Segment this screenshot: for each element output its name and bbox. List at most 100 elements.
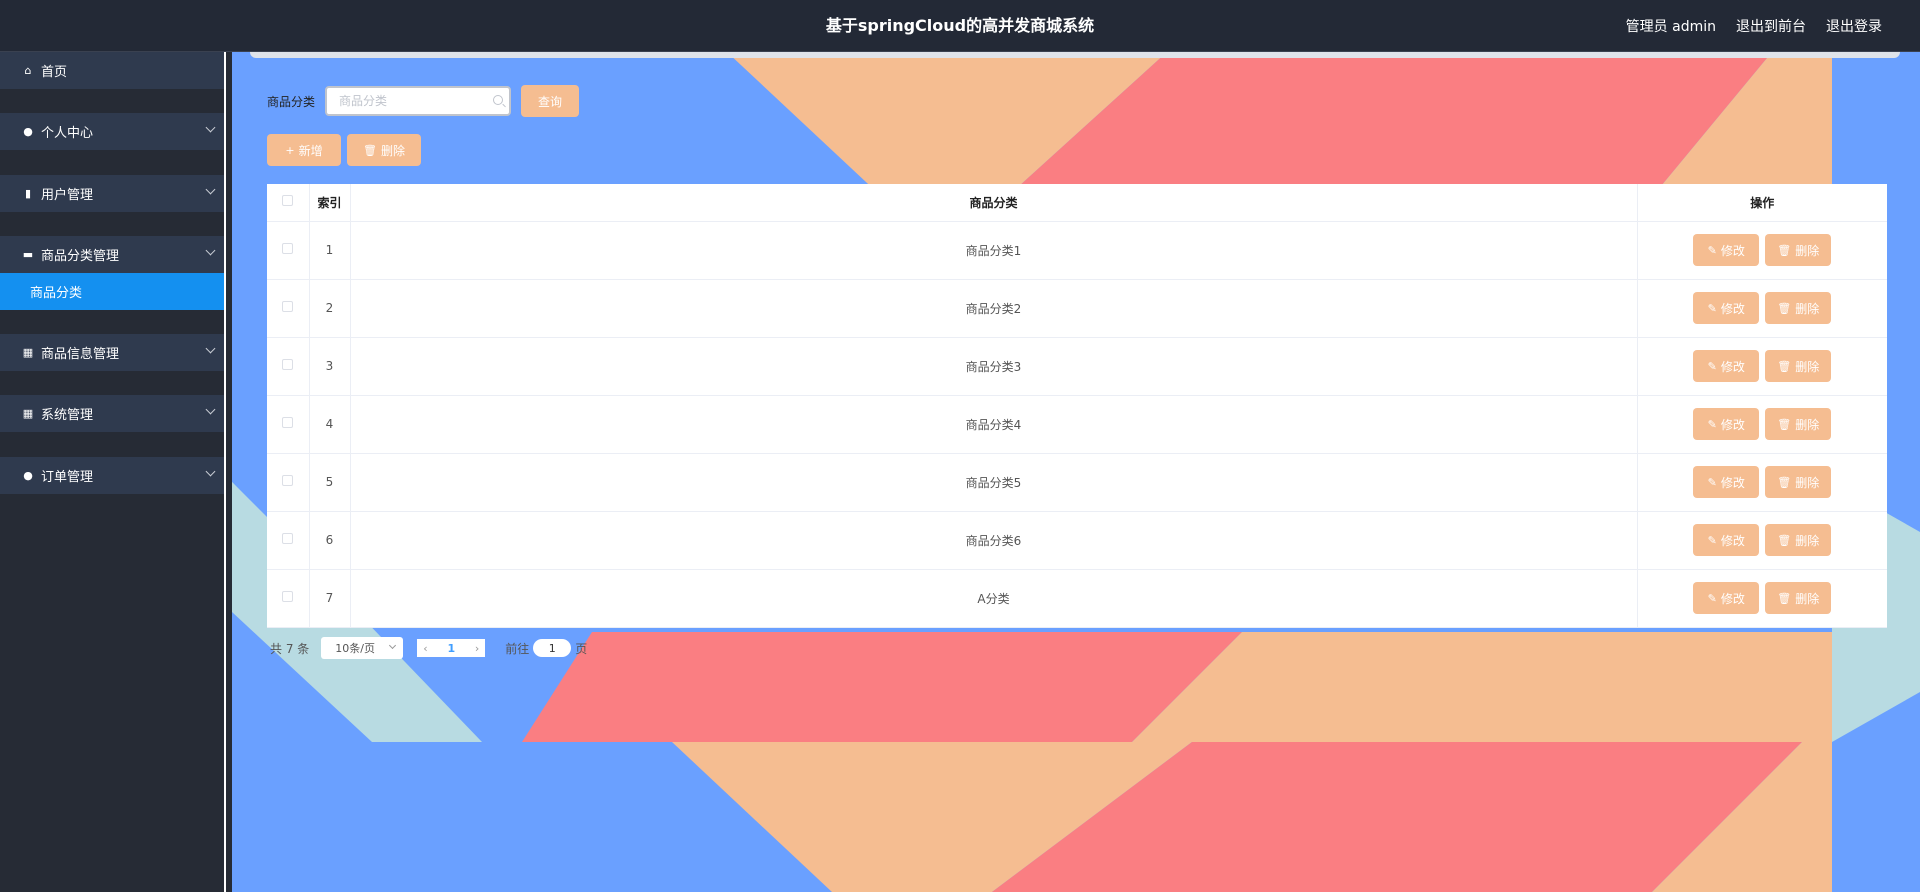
query-button[interactable]: 查询 bbox=[521, 85, 580, 117]
delete-button[interactable]: 🗑 删除 bbox=[1765, 234, 1832, 266]
header-category: 商品分类 bbox=[350, 184, 1638, 222]
sidebar-item-category-management[interactable]: ▬ 商品分类管理 bbox=[0, 236, 224, 273]
top-header: 基于springCloud的高并发商城系统 管理员 admin 退出到前台 退出… bbox=[0, 0, 1920, 52]
sidebar-subitem-category[interactable]: 商品分类 bbox=[0, 273, 224, 310]
chevron-down-icon bbox=[205, 343, 216, 354]
table-row: 3 商品分类3 ✎ 修改 🗑 删除 bbox=[267, 337, 1887, 396]
row-select-cell[interactable] bbox=[267, 511, 310, 570]
delete-button[interactable]: 🗑 删除 bbox=[1765, 582, 1832, 614]
edit-button[interactable]: ✎ 修改 bbox=[1693, 524, 1760, 556]
table-row: 6 商品分类6 ✎ 修改 🗑 删除 bbox=[267, 511, 1887, 570]
goto-page-input[interactable]: 1 bbox=[533, 639, 572, 657]
row-select-cell[interactable] bbox=[267, 221, 310, 280]
sidebar-item-user-management[interactable]: ▮ 用户管理 bbox=[0, 175, 224, 212]
sidebar-item-label: 用户管理 bbox=[41, 188, 94, 203]
edit-button[interactable]: ✎ 修改 bbox=[1693, 292, 1760, 324]
edit-icon: ✎ bbox=[1707, 475, 1717, 489]
sidebar-item-label: 系统管理 bbox=[41, 408, 94, 423]
row-select-cell[interactable] bbox=[267, 279, 310, 338]
current-page-number[interactable]: 1 bbox=[447, 642, 455, 655]
row-operations: ✎ 修改 🗑 删除 bbox=[1637, 453, 1887, 512]
table-row: 7 A分类 ✎ 修改 🗑 删除 bbox=[267, 569, 1887, 628]
row-checkbox[interactable] bbox=[282, 591, 294, 602]
row-index: 5 bbox=[309, 453, 351, 512]
prev-page-icon[interactable]: ‹ bbox=[423, 642, 427, 655]
edit-icon: ✎ bbox=[1707, 243, 1717, 257]
row-checkbox[interactable] bbox=[282, 475, 294, 486]
row-category: 商品分类6 bbox=[350, 511, 1638, 570]
trash-icon: 🗑 bbox=[1777, 591, 1792, 605]
row-checkbox[interactable] bbox=[282, 417, 294, 428]
row-select-cell[interactable] bbox=[267, 569, 310, 628]
bg-shape-peach-mid bbox=[1132, 632, 1832, 742]
top-divider bbox=[250, 52, 1900, 58]
row-checkbox[interactable] bbox=[282, 359, 294, 370]
trash-icon: 🗑 bbox=[1777, 533, 1792, 547]
row-checkbox[interactable] bbox=[282, 243, 294, 254]
search-label: 商品分类 bbox=[267, 94, 316, 109]
page-size-select[interactable]: 10条/页 bbox=[321, 637, 404, 659]
row-select-cell[interactable] bbox=[267, 395, 310, 454]
delete-button[interactable]: 🗑 删除 bbox=[1765, 408, 1832, 440]
back-to-front-link[interactable]: 退出到前台 bbox=[1736, 16, 1806, 36]
row-select-cell[interactable] bbox=[267, 337, 310, 396]
chevron-down-icon bbox=[205, 122, 216, 133]
edit-icon: ✎ bbox=[1707, 359, 1717, 373]
goto-prefix: 前往 bbox=[505, 641, 530, 656]
sidebar-item-order-management[interactable]: ● 订单管理 bbox=[0, 457, 224, 494]
trash-icon: 🗑 bbox=[1777, 417, 1792, 431]
edit-icon: ✎ bbox=[1707, 417, 1717, 431]
monitor-icon: ▬ bbox=[22, 248, 34, 261]
edit-button-label: 修改 bbox=[1720, 533, 1745, 548]
bg-shape-red-mid bbox=[522, 632, 1242, 742]
sidebar-item-system-management[interactable]: ▦ 系统管理 bbox=[0, 395, 224, 432]
sidebar-item-product-info-management[interactable]: ▦ 商品信息管理 bbox=[0, 334, 224, 371]
sidebar-item-label: 商品信息管理 bbox=[41, 347, 120, 362]
edit-icon: ✎ bbox=[1707, 533, 1717, 547]
pagination: 共 7 条 10条/页 ‹ 1 › 前往 1 页 bbox=[270, 636, 587, 660]
header-select-all[interactable] bbox=[267, 184, 310, 222]
logout-link[interactable]: 退出登录 bbox=[1826, 16, 1882, 36]
delete-button-label: 删除 bbox=[1795, 475, 1820, 490]
row-operations: ✎ 修改 🗑 删除 bbox=[1637, 279, 1887, 338]
row-index: 4 bbox=[309, 395, 351, 454]
sidebar: ⌂ 首页 ● 个人中心 ▮ 用户管理 ▬ 商品分类管理 商品分类 ▦ 商品信息管… bbox=[0, 52, 226, 892]
next-page-icon[interactable]: › bbox=[475, 642, 479, 655]
delete-button-label: 删除 bbox=[1795, 591, 1820, 606]
location-icon: ● bbox=[23, 469, 33, 482]
delete-button[interactable]: 🗑 删除 bbox=[1765, 350, 1832, 382]
row-index: 7 bbox=[309, 569, 351, 628]
sidebar-subitem-label: 商品分类 bbox=[30, 286, 83, 301]
grid-icon: ▦ bbox=[22, 407, 34, 420]
category-search-input[interactable] bbox=[327, 88, 510, 114]
sidebar-item-label: 订单管理 bbox=[41, 470, 94, 485]
delete-button-label: 删除 bbox=[1795, 417, 1820, 432]
batch-delete-button[interactable]: 🗑 删除 bbox=[347, 134, 421, 166]
row-select-cell[interactable] bbox=[267, 453, 310, 512]
edit-button-label: 修改 bbox=[1720, 417, 1745, 432]
delete-button[interactable]: 🗑 删除 bbox=[1765, 524, 1832, 556]
row-checkbox[interactable] bbox=[282, 533, 294, 544]
sidebar-item-personal-center[interactable]: ● 个人中心 bbox=[0, 113, 224, 150]
action-toolbar: + 新增 🗑 删除 bbox=[267, 134, 421, 166]
row-checkbox[interactable] bbox=[282, 301, 294, 312]
table-row: 5 商品分类5 ✎ 修改 🗑 删除 bbox=[267, 453, 1887, 512]
edit-button[interactable]: ✎ 修改 bbox=[1693, 582, 1760, 614]
delete-button[interactable]: 🗑 删除 bbox=[1765, 466, 1832, 498]
row-operations: ✎ 修改 🗑 删除 bbox=[1637, 221, 1887, 280]
edit-button[interactable]: ✎ 修改 bbox=[1693, 234, 1760, 266]
trash-icon: 🗑 bbox=[1777, 301, 1792, 315]
edit-icon: ✎ bbox=[1707, 591, 1717, 605]
grid-icon: ▦ bbox=[22, 346, 34, 359]
sidebar-item-home[interactable]: ⌂ 首页 bbox=[0, 52, 224, 89]
delete-button[interactable]: 🗑 删除 bbox=[1765, 292, 1832, 324]
add-button[interactable]: + 新增 bbox=[267, 134, 341, 166]
edit-button[interactable]: ✎ 修改 bbox=[1693, 408, 1760, 440]
trash-icon: 🗑 bbox=[1777, 475, 1792, 489]
edit-button[interactable]: ✎ 修改 bbox=[1693, 466, 1760, 498]
chevron-down-icon bbox=[205, 404, 216, 415]
batch-delete-label: 删除 bbox=[380, 143, 405, 158]
edit-button[interactable]: ✎ 修改 bbox=[1693, 350, 1760, 382]
header-index: 索引 bbox=[309, 184, 351, 222]
select-all-checkbox[interactable] bbox=[282, 195, 294, 207]
